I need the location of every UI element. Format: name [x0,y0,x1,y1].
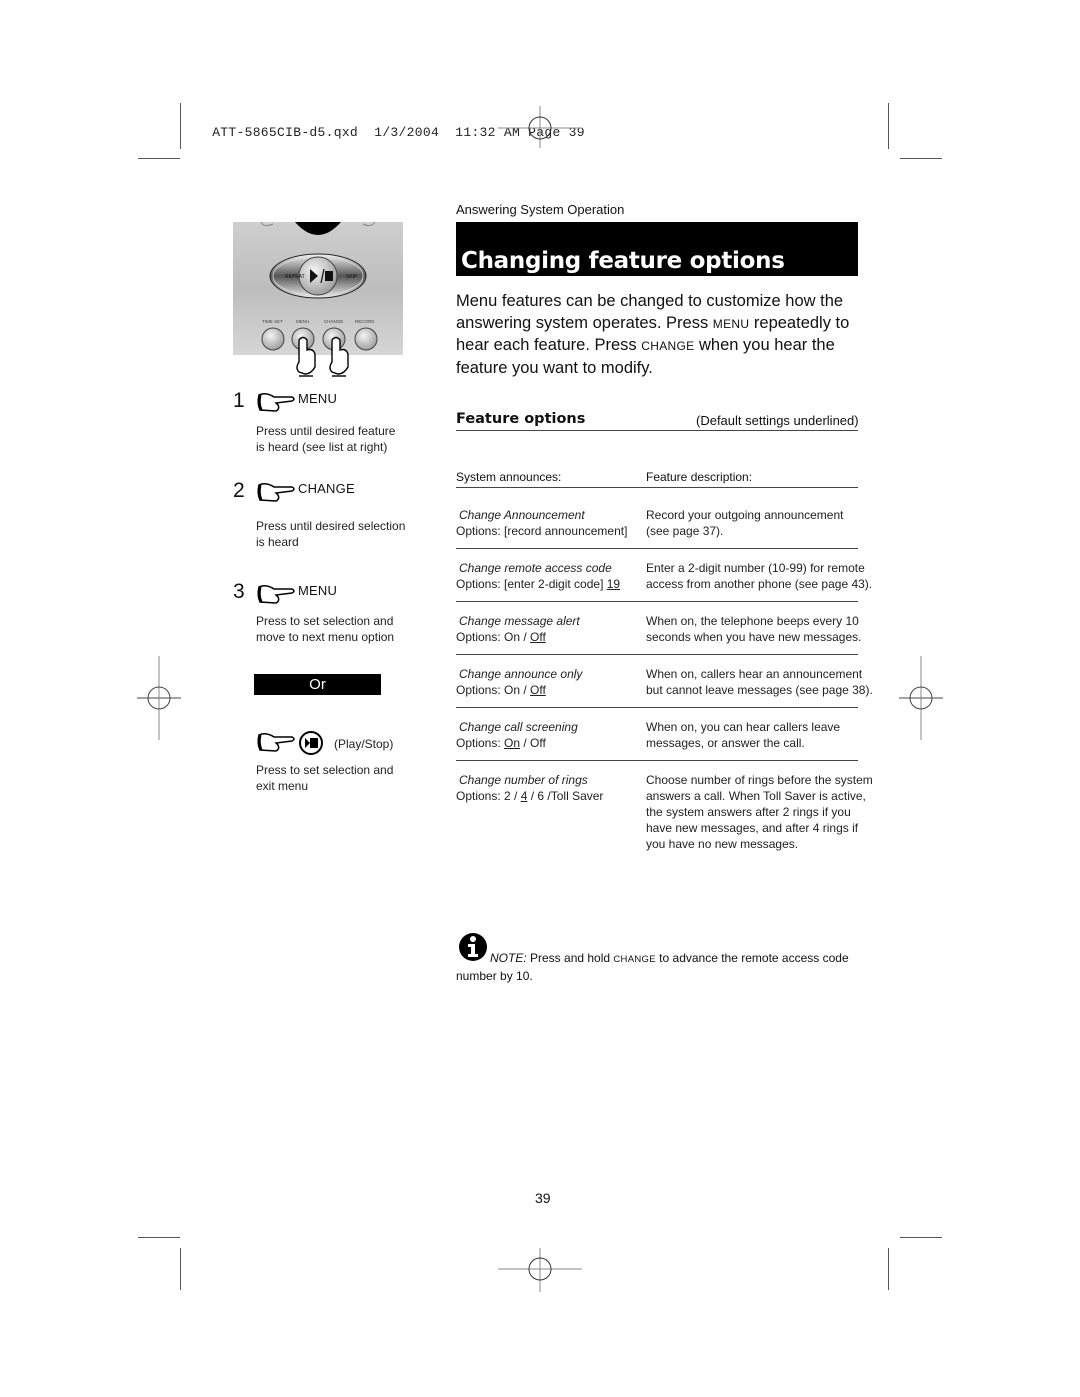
feature-description: When on, you can hear callers leave messa… [646,720,841,750]
feature-row-name: Change call screening Options: On / Off [456,719,578,751]
row-divider [456,760,858,761]
crop-mark [900,1237,942,1238]
feature-row-name: Change announce only Options: On / Off [456,666,582,698]
step-1-number: 1 [233,389,245,412]
feature-options-heading: Feature options [456,411,586,427]
step-1-key: MENU [298,391,338,406]
menu-key-label: MENU [712,316,750,331]
feature-description: Enter a 2-digit number (10-99) for remot… [646,561,873,591]
feature-name: Change Announcement [459,508,585,522]
crop-mark [180,103,181,149]
step-3-description: Press to set selection and move to next … [256,614,395,644]
feature-row-name: Change number of rings Options: 2 / 4 / 6… [456,772,603,804]
step-3-key: MENU [298,583,338,598]
skip-label: SKIP [346,274,358,280]
feature-row-name: Change message alert Options: On / Off [456,613,580,645]
crop-mark [138,158,180,159]
feature-description: Choose number of rings before the system… [646,773,873,851]
crop-mark [888,103,889,149]
registration-mark-right [899,656,943,740]
or-separator: Or [254,674,381,695]
default-option: Off [530,630,546,644]
registration-mark-left [137,656,181,740]
change-key-label: CHANGE [641,339,695,353]
pointing-hand-icon [256,583,296,610]
feature-row-name: Change Announcement Options: [record anno… [456,507,627,539]
svg-text:TIME SET: TIME SET [262,319,283,324]
step-3-number: 3 [233,580,245,603]
registration-mark-bottom [498,1248,582,1292]
column-header-system-announces: System announces: [456,470,562,484]
repeat-label: REPEAT [285,274,305,280]
pointing-hand-icon [256,731,296,758]
note-text: NOTE: Press and hold CHANGE to advance t… [456,951,849,983]
registration-mark-top [498,104,582,148]
feature-name: Change number of rings [459,773,588,787]
crop-mark [888,1248,889,1290]
default-option: On [504,736,521,750]
section-label: Answering System Operation [456,202,625,217]
finger-pointer-change [329,336,349,377]
play-stop-button-icon [298,730,324,761]
play-stop-description: Press to set selection and exit menu [256,763,394,793]
default-option: 19 [606,577,621,591]
feature-name: Change call screening [459,720,578,734]
slug-date: 1/3/2004 [374,125,440,140]
feature-description: When on, callers hear an announcement but… [646,667,873,697]
row-divider [456,707,858,708]
step-1-description: Press until desired feature is heard (se… [256,424,396,454]
step-2-key: CHANGE [298,481,355,496]
step-2-number: 2 [233,479,245,502]
crop-mark [180,1248,181,1290]
pointing-hand-icon [256,481,296,508]
feature-name: Change announce only [459,667,583,681]
feature-options: Options: On / Off [456,630,546,644]
default-option: Off [530,683,546,697]
intro-paragraph: Menu features can be changed to customiz… [456,292,850,377]
divider [456,430,858,431]
default-settings-note: (Default settings underlined) [696,413,859,428]
page-title: Changing feature options [461,248,785,274]
crop-mark [138,1237,180,1238]
feature-options: Options: [record announcement] [456,524,628,538]
step-2-description: Press until desired selection is heard [256,519,406,549]
feature-name: Change message alert [459,614,580,628]
answering-machine-illustration: REPEAT SKIP TIME SET MENU CHANGE RECORD [233,221,403,377]
top-dial [295,222,341,235]
pointing-hand-icon [256,391,296,418]
feature-name: Change remote access code [459,561,612,575]
column-header-feature-description: Feature description: [646,470,753,484]
play-stop-label: (Play/Stop) [334,737,394,751]
feature-options: Options: On / Off [456,736,546,750]
feature-description: When on, the telephone beeps every 10 sec… [646,614,862,644]
title-bar: Changing feature options [456,222,858,276]
feature-description: Record your outgoing announcement (see pa… [646,508,844,538]
crop-mark [900,158,942,159]
slug-filename: ATT-5865CIB-d5.qxd [212,125,359,140]
svg-text:RECORD: RECORD [355,319,375,324]
divider [456,487,858,488]
row-divider [456,548,858,549]
feature-options: Options: [enter 2-digit code] 19 [456,577,621,591]
row-divider [456,654,858,655]
feature-options: Options: 2 / 4 / 6 /Toll Saver [456,789,604,803]
svg-text:CHANGE: CHANGE [324,319,343,324]
feature-options: Options: On / Off [456,683,546,697]
row-divider [456,601,858,602]
page-number: 39 [535,1190,551,1206]
svg-text:MENU: MENU [296,319,309,324]
feature-row-name: Change remote access code Options: [enter… [456,560,620,592]
